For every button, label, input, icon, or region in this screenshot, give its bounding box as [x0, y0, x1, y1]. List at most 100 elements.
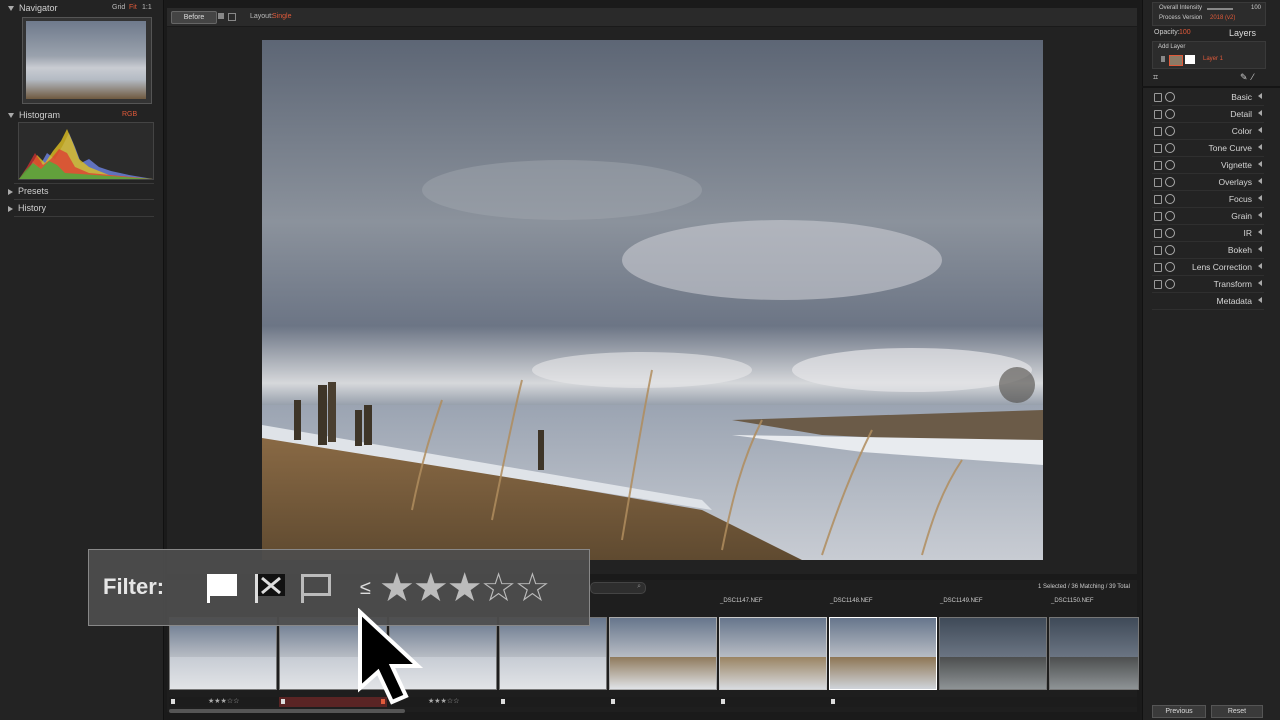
- grid-option[interactable]: Grid: [112, 4, 125, 11]
- histogram-graph: [18, 122, 154, 180]
- add-layer-button[interactable]: Add Layer: [1158, 44, 1185, 50]
- reset-icon[interactable]: [1165, 92, 1175, 102]
- panel-vignette[interactable]: Vignette: [1152, 157, 1264, 174]
- overall-intensity-value[interactable]: 100: [1251, 5, 1261, 11]
- brush-icon[interactable]: ✎: [1240, 72, 1248, 83]
- navigator-preview[interactable]: [22, 17, 152, 104]
- layers-title[interactable]: Layers: [1229, 28, 1256, 38]
- panel-overlays[interactable]: Overlays: [1152, 174, 1264, 191]
- fit-option[interactable]: Fit: [129, 4, 137, 11]
- flag-unflagged-icon[interactable]: [298, 572, 334, 604]
- thumb-rating[interactable]: ★★★☆☆: [208, 697, 239, 707]
- presets-header[interactable]: Presets: [8, 186, 49, 196]
- split-view-icon[interactable]: [228, 13, 236, 21]
- reset-icon[interactable]: [1165, 245, 1175, 255]
- panel-label: Bokeh: [1227, 245, 1252, 255]
- histogram-svg: [19, 129, 153, 179]
- eraser-icon[interactable]: ⁄: [1252, 72, 1254, 82]
- reset-icon[interactable]: [1165, 194, 1175, 204]
- chevron-left-icon: [1258, 212, 1262, 218]
- flag-icon[interactable]: [611, 699, 615, 704]
- toggle-icon[interactable]: [1154, 195, 1162, 204]
- thumb-filename: _DSC1148.NEF: [830, 598, 873, 604]
- layer-thumbnail[interactable]: [1169, 55, 1183, 66]
- flag-icon[interactable]: [501, 699, 505, 704]
- panel-bokeh[interactable]: Bokeh: [1152, 242, 1264, 259]
- reset-icon[interactable]: [1165, 262, 1175, 272]
- toggle-icon[interactable]: [1154, 144, 1162, 153]
- filmstrip-search-input[interactable]: ⌕: [590, 582, 646, 594]
- panel-basic[interactable]: Basic: [1152, 89, 1264, 106]
- flag-white-icon[interactable]: [204, 572, 240, 604]
- filmstrip-thumb[interactable]: [1049, 617, 1139, 690]
- navigator-title: Navigator: [19, 3, 58, 13]
- one-to-one-option[interactable]: 1:1: [142, 4, 152, 11]
- panel-lens-correction[interactable]: Lens Correction: [1152, 259, 1264, 276]
- toggle-icon[interactable]: [1154, 161, 1162, 170]
- intensity-slider[interactable]: [1207, 8, 1233, 10]
- reset-icon[interactable]: [1165, 211, 1175, 221]
- history-header[interactable]: History: [8, 203, 46, 213]
- panel-color[interactable]: Color: [1152, 123, 1264, 140]
- flag-icon[interactable]: [171, 699, 175, 704]
- reset-icon[interactable]: [1165, 177, 1175, 187]
- flag-rejected-icon[interactable]: [252, 572, 288, 604]
- toggle-icon[interactable]: [1154, 263, 1162, 272]
- histogram-header[interactable]: Histogram: [8, 110, 60, 120]
- opacity-value[interactable]: 100: [1179, 29, 1191, 36]
- toggle-icon[interactable]: [1154, 93, 1162, 102]
- layer-mask[interactable]: [1185, 55, 1195, 64]
- presets-label: Presets: [18, 186, 49, 196]
- filmstrip-thumb[interactable]: [719, 617, 827, 690]
- filmstrip-scrollbar[interactable]: [169, 709, 405, 713]
- section-divider: [1142, 86, 1280, 88]
- thumb-rating[interactable]: ★★★☆☆: [428, 697, 459, 707]
- chevron-left-icon: [1258, 144, 1262, 150]
- panel-detail[interactable]: Detail: [1152, 106, 1264, 123]
- compare-icon[interactable]: [218, 13, 224, 19]
- histogram-mode[interactable]: RGB: [122, 111, 137, 118]
- previous-button[interactable]: Previous: [1152, 705, 1206, 718]
- toggle-icon[interactable]: [1154, 280, 1162, 289]
- panel-ir[interactable]: IR: [1152, 225, 1264, 242]
- filmstrip-status: 1 Selected / 36 Matching / 39 Total: [1038, 584, 1130, 590]
- reset-icon[interactable]: [1165, 279, 1175, 289]
- reset-icon[interactable]: [1165, 228, 1175, 238]
- panel-metadata[interactable]: Metadata: [1152, 293, 1264, 310]
- toggle-icon[interactable]: [1154, 127, 1162, 136]
- panel-label: Vignette: [1220, 160, 1252, 170]
- reset-icon[interactable]: [1165, 160, 1175, 170]
- toggle-icon[interactable]: [1154, 178, 1162, 187]
- toggle-icon[interactable]: [1154, 212, 1162, 221]
- toggle-icon[interactable]: [1154, 110, 1162, 119]
- panel-tone-curve[interactable]: Tone Curve: [1152, 140, 1264, 157]
- layer-name[interactable]: Layer 1: [1203, 56, 1223, 62]
- main-photo[interactable]: [262, 40, 1043, 560]
- process-version-dropdown[interactable]: 2018 (v2): [1210, 15, 1235, 21]
- filmstrip-thumb[interactable]: [609, 617, 717, 690]
- histogram-title: Histogram: [19, 110, 61, 120]
- filmstrip-thumb-selected[interactable]: [829, 617, 937, 690]
- reset-icon[interactable]: [1165, 143, 1175, 153]
- reset-icon[interactable]: [1165, 126, 1175, 136]
- filter-star-rating[interactable]: ★★★☆☆: [379, 565, 550, 611]
- before-button[interactable]: Before: [171, 11, 217, 24]
- filmstrip-thumb[interactable]: [939, 617, 1047, 690]
- toggle-icon[interactable]: [1154, 229, 1162, 238]
- flag-icon[interactable]: [281, 699, 285, 704]
- filmstrip-thumb[interactable]: [499, 617, 607, 690]
- crop-icon[interactable]: ⌗: [1153, 72, 1158, 83]
- flag-icon[interactable]: [831, 699, 835, 704]
- panel-grain[interactable]: Grain: [1152, 208, 1264, 225]
- rating-comparison[interactable]: ≤: [360, 577, 371, 600]
- toggle-icon[interactable]: [1154, 246, 1162, 255]
- layer-visibility-icon[interactable]: [1161, 56, 1165, 62]
- navigator-header[interactable]: Navigator: [8, 3, 58, 13]
- reset-button[interactable]: Reset: [1211, 705, 1263, 718]
- panel-transform[interactable]: Transform: [1152, 276, 1264, 293]
- flag-icon[interactable]: [721, 699, 725, 704]
- filmstrip-thumb[interactable]: [169, 617, 277, 690]
- layout-dropdown[interactable]: Single: [272, 13, 291, 20]
- reset-icon[interactable]: [1165, 109, 1175, 119]
- panel-focus[interactable]: Focus: [1152, 191, 1264, 208]
